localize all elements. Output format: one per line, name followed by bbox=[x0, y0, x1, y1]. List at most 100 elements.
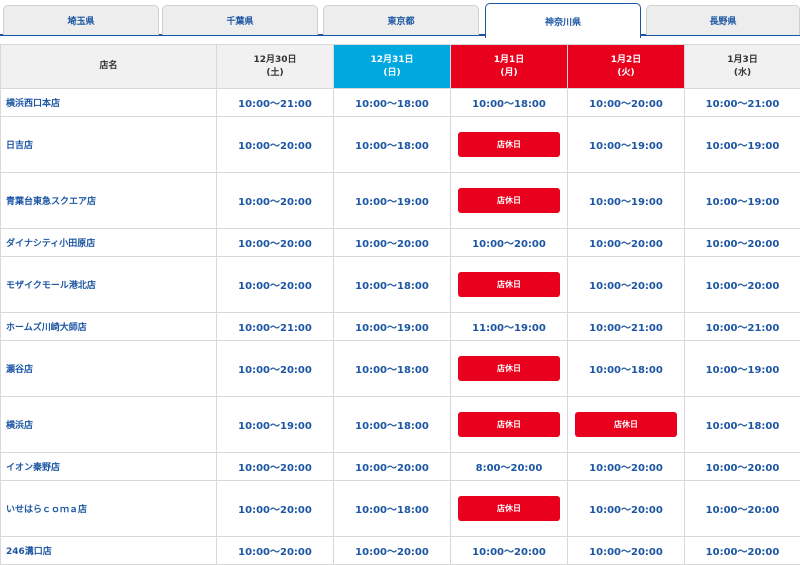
day-date: 12月31日 bbox=[370, 55, 413, 65]
hours-cell: 10:00～18:00 bbox=[334, 257, 451, 313]
store-name[interactable]: 横浜西口本店 bbox=[1, 89, 217, 117]
tab-nagano[interactable]: 長野県 bbox=[646, 5, 800, 35]
hours-cell: 10:00～20:00 bbox=[451, 229, 568, 257]
table-row: 横浜西口本店10:00～21:0010:00～18:0010:00～18:001… bbox=[1, 89, 800, 117]
hours-cell: 10:00～19:00 bbox=[685, 117, 800, 173]
hours-cell: 10:00～20:00 bbox=[685, 481, 800, 537]
hours-cell: 10:00～20:00 bbox=[217, 341, 334, 397]
store-name[interactable]: 246溝口店 bbox=[1, 537, 217, 565]
hours-cell: 10:00～18:00 bbox=[334, 481, 451, 537]
store-name[interactable]: 瀬谷店 bbox=[1, 341, 217, 397]
hours-cell: 10:00～19:00 bbox=[568, 173, 685, 229]
hours-cell: 10:00～20:00 bbox=[568, 229, 685, 257]
table-row: 青葉台東急スクエア店10:00～20:00 10:00～19:00 店休日 10:00… bbox=[1, 173, 800, 229]
store-name[interactable]: ダイナシティ小田原店 bbox=[1, 229, 217, 257]
store-name[interactable]: 青葉台東急スクエア店 bbox=[1, 173, 217, 229]
tab-tokyo[interactable]: 東京都 bbox=[323, 5, 479, 35]
hours-cell: 10:00～20:00 bbox=[334, 537, 451, 565]
table-row: イオン秦野店10:00～20:0010:00～20:008:00～20:0010… bbox=[1, 453, 800, 481]
hours-cell-closed: 店休日 bbox=[451, 173, 568, 229]
store-hours-table: 店名 12月30日 (土) 12月31日 (日) 1月1日 (月) 1月2日 (火) 1… bbox=[0, 44, 800, 565]
hours-cell: 10:00～19:00 bbox=[217, 397, 334, 453]
hours-cell: 10:00～20:00 bbox=[568, 257, 685, 313]
hours-cell: 10:00～21:00 bbox=[217, 89, 334, 117]
closed-badge: 店休日 bbox=[458, 356, 560, 381]
hours-cell: 10:00～20:00 bbox=[568, 89, 685, 117]
day-header: 12月30日 (土) bbox=[217, 45, 334, 89]
hours-cell: 10:00～18:00 bbox=[334, 397, 451, 453]
hours-cell-closed: 店休日 bbox=[568, 397, 685, 453]
table-row: 横浜店10:00～19:0010:00～18:00店休日店休日10:00～18:… bbox=[1, 397, 800, 453]
hours-cell-closed: 店休日 bbox=[451, 397, 568, 453]
closed-badge: 店休日 bbox=[458, 496, 560, 521]
hours-cell: 10:00～21:00 bbox=[685, 313, 800, 341]
store-name[interactable]: 横浜店 bbox=[1, 397, 217, 453]
hours-cell: 10:00～18:00 bbox=[334, 117, 451, 173]
tab-saitama[interactable]: 埼玉県 bbox=[3, 5, 159, 35]
closed-badge: 店休日 bbox=[458, 188, 560, 213]
hours-cell: 10:00～20:00 bbox=[451, 537, 568, 565]
hours-cell: 10:00～21:00 bbox=[685, 89, 800, 117]
store-name[interactable]: ホームズ川崎大師店 bbox=[1, 313, 217, 341]
hours-cell: 10:00～19:00 bbox=[568, 117, 685, 173]
day-of-week: (水) bbox=[734, 68, 751, 78]
table-row: いせはらｃｏｍａ店10:00～20:0010:00～18:00店休日10:00～… bbox=[1, 481, 800, 537]
day-header: 1月2日 (火) bbox=[568, 45, 685, 89]
hours-cell: 10:00～21:00 bbox=[568, 313, 685, 341]
closed-badge: 店休日 bbox=[458, 272, 560, 297]
day-of-week: (土) bbox=[266, 68, 283, 78]
day-date: 1月1日 bbox=[494, 55, 525, 65]
store-name[interactable]: モザイクモール港北店 bbox=[1, 257, 217, 313]
hours-cell: 10:00～20:00 bbox=[217, 481, 334, 537]
hours-cell: 10:00～20:00 bbox=[217, 537, 334, 565]
hours-cell: 10:00～18:00 bbox=[334, 89, 451, 117]
table-row: 日吉店10:00～20:0010:00～18:00 店休日 10:00～19:001… bbox=[1, 117, 800, 173]
hours-cell: 8:00～20:00 bbox=[451, 453, 568, 481]
table-row: ダイナシティ小田原店10:00～20:0010:00～20:0010:00～20… bbox=[1, 229, 800, 257]
day-of-week: (月) bbox=[500, 68, 517, 78]
hours-cell: 10:00～20:00 bbox=[568, 537, 685, 565]
day-date: 12月30日 bbox=[253, 55, 296, 65]
hours-cell: 10:00～20:00 bbox=[568, 481, 685, 537]
hours-cell: 10:00～20:00 bbox=[334, 453, 451, 481]
hours-cell-closed: 店休日 bbox=[451, 341, 568, 397]
hours-cell: 11:00～19:00 bbox=[451, 313, 568, 341]
hours-cell: 10:00～20:00 bbox=[568, 453, 685, 481]
table-row: ホームズ川崎大師店10:00～21:0010:00～19:0011:00～19:… bbox=[1, 313, 800, 341]
table-header-row: 店名 12月30日 (土) 12月31日 (日) 1月1日 (月) 1月2日 (火) 1… bbox=[1, 45, 800, 89]
hours-cell: 10:00～18:00 bbox=[334, 341, 451, 397]
tab-kanagawa[interactable]: 神奈川県 bbox=[485, 3, 641, 38]
hours-cell: 10:00～20:00 bbox=[685, 537, 800, 565]
store-name[interactable]: いせはらｃｏｍａ店 bbox=[1, 481, 217, 537]
hours-cell-closed: 店休日 bbox=[451, 257, 568, 313]
store-name[interactable]: 日吉店 bbox=[1, 117, 217, 173]
hours-cell: 10:00～20:00 bbox=[217, 229, 334, 257]
hours-cell: 10:00～20:00 bbox=[217, 117, 334, 173]
store-name[interactable]: イオン秦野店 bbox=[1, 453, 217, 481]
day-of-week: (火) bbox=[617, 68, 634, 78]
tab-chiba[interactable]: 千葉県 bbox=[162, 5, 318, 35]
hours-cell: 10:00～19:00 bbox=[685, 173, 800, 229]
hours-cell: 10:00～18:00 bbox=[451, 89, 568, 117]
hours-cell: 10:00～20:00 bbox=[217, 173, 334, 229]
table-row: 瀬谷店10:00～20:0010:00～18:00店休日10:00～18:001… bbox=[1, 341, 800, 397]
day-date: 1月2日 bbox=[611, 55, 642, 65]
hours-cell: 10:00～19:00 bbox=[334, 313, 451, 341]
hours-cell-closed: 店休日 bbox=[451, 117, 568, 173]
table-row: モザイクモール港北店10:00～20:0010:00～18:00店休日10:00… bbox=[1, 257, 800, 313]
store-name-header: 店名 bbox=[1, 45, 217, 89]
hours-cell: 10:00～20:00 bbox=[685, 257, 800, 313]
day-date: 1月3日 bbox=[727, 55, 758, 65]
day-of-week: (日) bbox=[383, 68, 400, 78]
hours-cell: 10:00～21:00 bbox=[217, 313, 334, 341]
closed-badge: 店休日 bbox=[575, 412, 677, 437]
hours-cell: 10:00～18:00 bbox=[685, 397, 800, 453]
hours-cell-closed: 店休日 bbox=[451, 481, 568, 537]
table-row: 246溝口店10:00～20:0010:00～20:0010:00～20:001… bbox=[1, 537, 800, 565]
closed-badge: 店休日 bbox=[458, 132, 560, 157]
hours-cell: 10:00～20:00 bbox=[217, 453, 334, 481]
hours-cell: 10:00～20:00 bbox=[685, 453, 800, 481]
hours-cell: 10:00～20:00 bbox=[217, 257, 334, 313]
hours-cell: 10:00～20:00 bbox=[685, 229, 800, 257]
day-header: 12月31日 (日) bbox=[334, 45, 451, 89]
